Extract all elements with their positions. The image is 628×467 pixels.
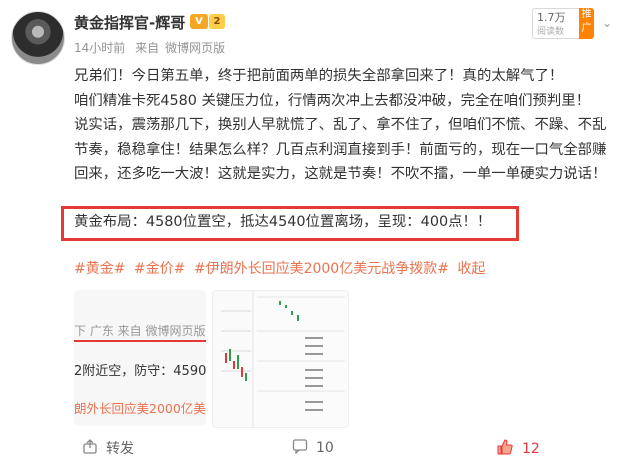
post-paragraph-3: 说实话，震荡那几下，换别人早就慌了、乱了、拿不住了，但咱们不慌、不躁、不乱节奏，… [74,117,607,182]
repost-tag: 朗外长回应美2000亿美元 [74,401,206,416]
chart-screenshot-image[interactable] [212,290,349,428]
source-prefix: 来自 [135,41,160,55]
highlight-text: 黄金布局：4580位置空，抵达4540位置离场，呈现：400点！！ [74,214,492,230]
share-button[interactable]: 转发 [82,438,134,459]
post-meta: 14小时前 来自 微博网页版 [74,39,231,56]
post-paragraph-1: 兄弟们！今日第五单，终于把前面两单的损失全部拿回来了！真的太解气了！ [74,68,564,84]
repost-meta: 下 广东 来自 微博网页版 [74,324,206,338]
like-button[interactable]: 12 [496,438,540,460]
promo-widget[interactable]: 1.7万 阅读数 推广 [532,8,594,39]
repost-preview[interactable]: 下 广东 来自 微博网页版 2附近空，防守：4590，目 朗外长回应美2000亿… [74,290,206,426]
repost-divider [74,340,206,342]
post-time[interactable]: 14小时前 [74,41,125,55]
read-count: 1.7万 [537,11,566,24]
comment-button[interactable]: 10 [292,438,334,458]
vip-icon: V [190,14,208,29]
action-bar: 转发 10 12 [0,438,628,466]
read-count-label: 阅读数 [537,27,565,37]
topic-tag[interactable]: #金价# [134,261,185,277]
post-body: 兄弟们！今日第五单，终于把前面两单的损失全部拿回来了！真的太解气了！ 咱们精准卡… [74,64,619,187]
topic-tag[interactable]: #黄金# [74,261,125,277]
post-source[interactable]: 微博网页版 [165,41,225,55]
collapse-link[interactable]: 收起 [457,261,485,277]
share-label: 转发 [106,441,134,457]
vip-level-badge: 2 [209,14,225,29]
like-count: 12 [522,441,540,457]
post-paragraph-2: 咱们精准卡死4580 关键压力位，行情两次冲上去都没冲破，完全在咱们预判里！ [74,92,591,109]
repost-content: 2附近空，防守：4590，目 [74,364,206,379]
comment-count: 10 [316,440,334,456]
share-icon [82,439,98,459]
topic-tag[interactable]: #伊朗外长回应美2000亿美元战争拨款# [194,261,449,277]
author-name[interactable]: 黄金指挥官-辉哥 [74,12,185,33]
promote-button[interactable]: 推广 [579,8,594,39]
comment-icon [292,438,308,458]
candlestick-thumbnail [213,291,345,427]
thumbs-up-icon [496,438,514,460]
topic-tags: #黄金# #金价# #伊朗外长回应美2000亿美元战争拨款# 收起 [74,258,489,278]
author-avatar[interactable] [11,11,65,65]
chevron-down-icon[interactable]: ⌄ [602,16,612,30]
